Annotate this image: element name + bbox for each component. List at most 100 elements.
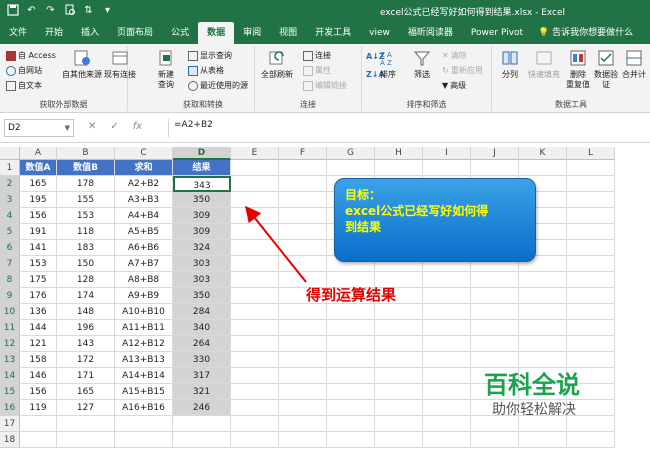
tab-7[interactable]: 视图 (270, 22, 306, 44)
cell[interactable]: A10+B10 (115, 304, 173, 320)
cell[interactable]: 158 (20, 352, 57, 368)
save-icon[interactable] (6, 4, 19, 17)
cell[interactable]: A3+B3 (115, 192, 173, 208)
cell[interactable] (519, 272, 567, 288)
reapply-button[interactable]: ↻ 重新应用 (442, 65, 483, 76)
cell[interactable] (519, 432, 567, 448)
tab-3[interactable]: 页面布局 (108, 22, 162, 44)
cell[interactable]: A16+B16 (115, 400, 173, 416)
cell[interactable] (115, 416, 173, 432)
cell[interactable]: 284 (173, 304, 231, 320)
cell[interactable] (279, 160, 327, 176)
cell[interactable]: A2+B2 (115, 176, 173, 192)
cell[interactable] (327, 384, 375, 400)
cell[interactable] (20, 432, 57, 448)
cell[interactable] (279, 176, 327, 192)
cell[interactable] (423, 352, 471, 368)
tab-4[interactable]: 公式 (162, 22, 198, 44)
cell[interactable] (327, 368, 375, 384)
cell[interactable]: 340 (173, 320, 231, 336)
row-header[interactable]: 10 (0, 304, 20, 320)
cell[interactable]: 153 (57, 208, 115, 224)
cell[interactable]: 171 (57, 368, 115, 384)
cell[interactable]: 119 (20, 400, 57, 416)
tab-8[interactable]: 开发工具 (306, 22, 360, 44)
cell[interactable]: 数值B (57, 160, 115, 176)
row-header[interactable]: 14 (0, 368, 20, 384)
cell[interactable] (173, 432, 231, 448)
cell[interactable] (327, 304, 375, 320)
cell[interactable]: 175 (20, 272, 57, 288)
cell[interactable]: 结果 (173, 160, 231, 176)
tab-1[interactable]: 开始 (36, 22, 72, 44)
cell[interactable] (567, 208, 615, 224)
cell[interactable] (423, 400, 471, 416)
cell[interactable]: 156 (20, 208, 57, 224)
advanced-filter-button[interactable]: ▼ 高级 (442, 80, 466, 91)
cell[interactable]: 156 (20, 384, 57, 400)
cell[interactable]: 195 (20, 192, 57, 208)
row-header[interactable]: 4 (0, 208, 20, 224)
tab-6[interactable]: 审阅 (234, 22, 270, 44)
cell[interactable]: 191 (20, 224, 57, 240)
clear-filter-button[interactable]: ✕ 清除 (442, 50, 467, 61)
cell[interactable]: 121 (20, 336, 57, 352)
consolidate-button[interactable]: 合并计 (622, 48, 646, 80)
column-header[interactable]: D (173, 147, 231, 160)
row-header[interactable]: 18 (0, 432, 20, 448)
tab-2[interactable]: 插入 (72, 22, 108, 44)
cell[interactable]: 数值A (20, 160, 57, 176)
cell[interactable]: 141 (20, 240, 57, 256)
show-queries-button[interactable]: 显示查询 (188, 50, 232, 61)
cell[interactable] (375, 320, 423, 336)
cell[interactable]: 150 (57, 256, 115, 272)
cell[interactable]: 350 (173, 288, 231, 304)
sort-icon[interactable]: ⇅ (82, 4, 95, 17)
from-access-button[interactable]: 自 Access (6, 50, 56, 61)
existing-connections-button[interactable]: 现有连接 (104, 48, 136, 80)
cell[interactable]: 118 (57, 224, 115, 240)
cell[interactable]: 303 (173, 272, 231, 288)
from-table-button[interactable]: 从表格 (188, 65, 224, 76)
cell[interactable] (231, 368, 279, 384)
cell[interactable]: 246 (173, 400, 231, 416)
cell[interactable]: 155 (57, 192, 115, 208)
edit-links-button[interactable]: 编辑链接 (303, 80, 347, 91)
new-query-button[interactable]: 新建 查询 (156, 48, 176, 90)
cell[interactable] (375, 384, 423, 400)
row-header[interactable]: 11 (0, 320, 20, 336)
cell[interactable] (567, 320, 615, 336)
cell[interactable]: A6+B6 (115, 240, 173, 256)
cell[interactable] (279, 384, 327, 400)
row-header[interactable]: 12 (0, 336, 20, 352)
cell[interactable] (375, 432, 423, 448)
cell[interactable] (567, 192, 615, 208)
cell[interactable]: 324 (173, 240, 231, 256)
cell[interactable] (471, 336, 519, 352)
select-all-corner[interactable] (0, 147, 20, 160)
cell[interactable] (471, 160, 519, 176)
cell[interactable] (519, 160, 567, 176)
insert-function-icon[interactable]: fx (133, 121, 142, 132)
cell[interactable]: 317 (173, 368, 231, 384)
cell[interactable] (423, 416, 471, 432)
cell[interactable] (567, 432, 615, 448)
cell[interactable] (327, 352, 375, 368)
cell[interactable]: 303 (173, 256, 231, 272)
formula-input[interactable]: =A2+B2 (174, 120, 213, 130)
cell[interactable] (423, 384, 471, 400)
row-header[interactable]: 2 (0, 176, 20, 192)
cell[interactable]: 153 (20, 256, 57, 272)
tell-me-search[interactable]: 💡 告诉我你想要做什么 (532, 22, 639, 44)
cell[interactable] (471, 432, 519, 448)
cell[interactable] (279, 336, 327, 352)
cell[interactable] (279, 416, 327, 432)
cell[interactable] (567, 288, 615, 304)
name-box[interactable]: D2 ▼ (4, 119, 74, 137)
cell[interactable]: A9+B9 (115, 288, 173, 304)
data-validation-button[interactable]: 数据验 证 (594, 48, 618, 90)
row-header[interactable]: 8 (0, 272, 20, 288)
cell[interactable] (375, 416, 423, 432)
cell[interactable]: 330 (173, 352, 231, 368)
cell[interactable] (279, 368, 327, 384)
